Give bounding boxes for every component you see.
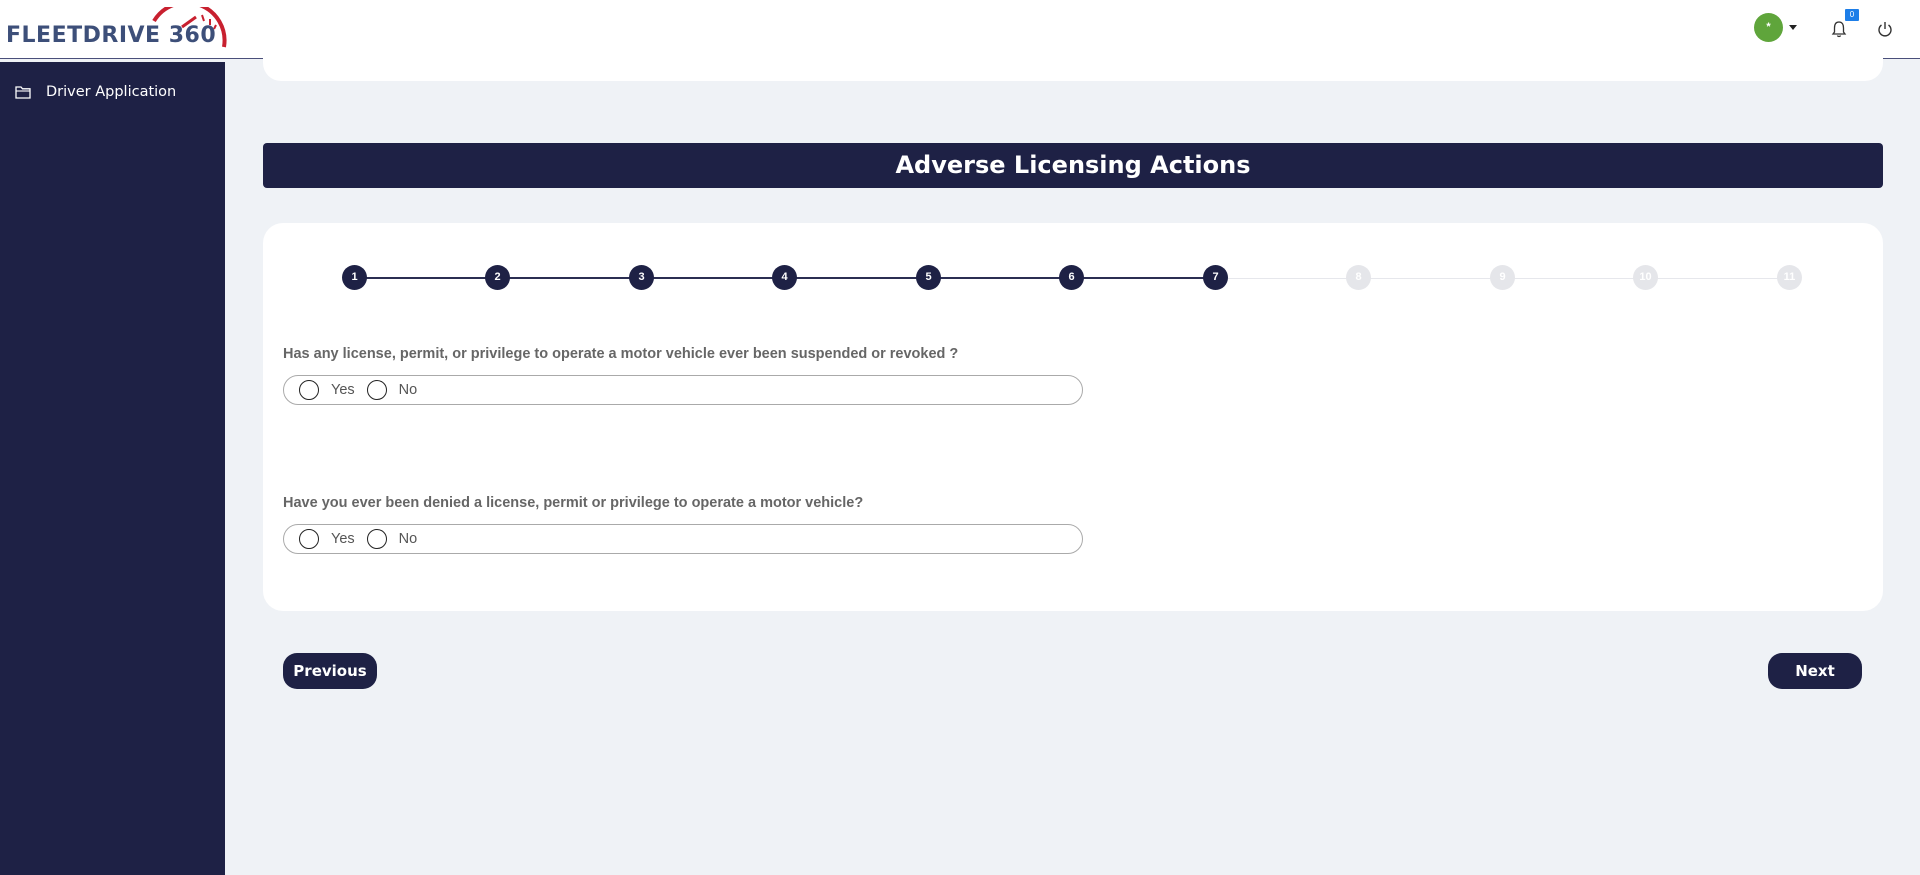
radio-option-yes[interactable]: Yes [299, 380, 355, 400]
step-5[interactable]: 5 [916, 265, 941, 290]
step-1[interactable]: 1 [342, 265, 367, 290]
next-button[interactable]: Next [1768, 653, 1862, 689]
radio-label: No [398, 382, 418, 398]
avatar[interactable]: * [1754, 13, 1783, 42]
previous-section-card [263, 44, 1883, 81]
step-7[interactable]: 7 [1203, 265, 1228, 290]
step-4[interactable]: 4 [772, 265, 797, 290]
step-connector [1071, 277, 1215, 279]
radio-option-no[interactable]: No [366, 380, 418, 400]
radio-group-license-suspended: Yes No [283, 375, 1083, 405]
radio-label: Yes [331, 382, 355, 398]
step-connector [784, 277, 928, 279]
step-connector [1645, 277, 1789, 279]
previous-button[interactable]: Previous [283, 653, 377, 689]
step-connector [1502, 277, 1645, 279]
fleetdrive-logo[interactable]: FLEETDRIVE 360 [4, 5, 227, 53]
step-9[interactable]: 9 [1490, 265, 1515, 290]
step-10[interactable]: 10 [1633, 265, 1658, 290]
chevron-down-icon[interactable] [1789, 25, 1797, 30]
radio-circle[interactable] [366, 529, 387, 549]
step-connector [928, 277, 1071, 279]
sidebar-item-driver-application[interactable]: Driver Application [15, 82, 176, 102]
question-license-suspended: Has any license, permit, or privilege to… [283, 346, 959, 362]
section-title: Adverse Licensing Actions [263, 143, 1883, 188]
radio-circle[interactable] [299, 529, 319, 549]
radio-label: No [398, 531, 418, 547]
step-2[interactable]: 2 [485, 265, 510, 290]
folder-icon [15, 86, 31, 99]
radio-option-no[interactable]: No [366, 529, 418, 549]
step-11[interactable]: 11 [1777, 265, 1802, 290]
radio-circle[interactable] [366, 380, 387, 400]
radio-option-yes[interactable]: Yes [299, 529, 355, 549]
step-connector [641, 277, 784, 279]
step-connector [1215, 277, 1358, 279]
sidebar-item-label: Driver Application [46, 84, 177, 100]
step-6[interactable]: 6 [1059, 265, 1084, 290]
step-connector [354, 277, 497, 279]
sidebar: Driver Application [0, 62, 225, 875]
progress-stepper: 1 2 3 4 5 6 7 8 9 10 11 [263, 263, 1883, 293]
step-8[interactable]: 8 [1346, 265, 1371, 290]
step-connector [1358, 277, 1502, 279]
radio-circle[interactable] [299, 380, 319, 400]
form-card: 1 2 3 4 5 6 7 8 9 10 11 Has any license,… [263, 223, 1883, 611]
power-icon[interactable] [1877, 21, 1893, 37]
notification-badge: 0 [1845, 9, 1859, 21]
bell-icon[interactable] [1831, 20, 1847, 38]
logo-text: FLEETDRIVE 360 [6, 23, 217, 48]
step-connector [497, 277, 641, 279]
step-3[interactable]: 3 [629, 265, 654, 290]
question-license-denied: Have you ever been denied a license, per… [283, 495, 864, 511]
radio-label: Yes [331, 531, 355, 547]
radio-group-license-denied: Yes No [283, 524, 1083, 554]
